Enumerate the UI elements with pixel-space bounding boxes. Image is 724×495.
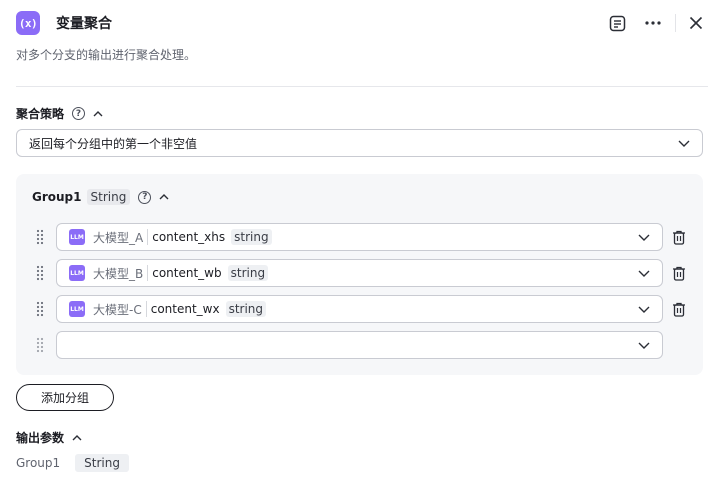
- panel-description: 对多个分支的输出进行聚合处理。: [16, 48, 197, 62]
- group-panel: Group1 String ? LLM 大模型_A content_xhs st…: [16, 174, 703, 375]
- variable-name: content_wb: [152, 266, 222, 280]
- more-icon[interactable]: [641, 11, 665, 35]
- strategy-selected-value: 返回每个分组中的第一个非空值: [29, 136, 198, 151]
- output-param-name: Group1: [16, 456, 61, 470]
- node-name: 大模型_B: [93, 266, 144, 281]
- llm-icon: LLM: [69, 301, 85, 317]
- drag-handle-icon[interactable]: [36, 301, 44, 317]
- chevron-down-icon: [678, 140, 690, 147]
- group-type-tag: String: [86, 189, 131, 205]
- panel-title: 变量聚合: [56, 16, 112, 32]
- output-param-type: String: [75, 454, 129, 472]
- separator: [147, 265, 149, 281]
- output-section-title[interactable]: 输出参数: [16, 429, 82, 446]
- node-name: 大模型-C: [93, 302, 142, 317]
- strategy-title: 聚合策略: [16, 107, 65, 121]
- trash-icon[interactable]: [671, 229, 687, 245]
- drag-handle-icon[interactable]: [36, 337, 44, 353]
- strategy-select[interactable]: 返回每个分组中的第一个非空值: [16, 129, 703, 157]
- close-icon[interactable]: [684, 11, 708, 35]
- add-group-button[interactable]: 添加分组: [16, 384, 114, 411]
- chevron-up-icon[interactable]: [93, 110, 103, 117]
- variable-name: content_wx: [150, 302, 220, 316]
- chevron-down-icon: [638, 342, 650, 349]
- chevron-down-icon: [638, 234, 650, 241]
- trash-icon[interactable]: [671, 301, 687, 317]
- output-param-row: Group1 String: [16, 454, 129, 472]
- group-header[interactable]: Group1 String ?: [32, 189, 169, 205]
- chevron-up-icon[interactable]: [72, 434, 82, 441]
- header-divider: [675, 14, 676, 32]
- drag-handle-icon[interactable]: [36, 229, 44, 245]
- output-title: 输出参数: [16, 431, 65, 445]
- variable-name: content_xhs: [152, 230, 226, 244]
- chevron-down-icon: [638, 270, 650, 277]
- variable-select-empty[interactable]: [56, 331, 663, 359]
- variable-icon: (x): [16, 11, 40, 35]
- node-name: 大模型_A: [93, 230, 144, 245]
- separator: [145, 301, 147, 317]
- variable-select[interactable]: LLM 大模型-C content_wx string: [56, 295, 663, 323]
- variable-type-tag: string: [227, 265, 269, 281]
- llm-icon: LLM: [69, 265, 85, 281]
- header-actions: [605, 11, 708, 35]
- variable-row: LLM 大模型_A content_xhs string: [16, 223, 703, 251]
- variable-row-empty: [16, 331, 703, 359]
- separator: [147, 229, 149, 245]
- variable-type-tag: string: [225, 301, 267, 317]
- panel-header: (x) 变量聚合: [16, 10, 708, 36]
- strategy-section-title[interactable]: 聚合策略 ?: [16, 105, 103, 122]
- variable-row: LLM 大模型_B content_wb string: [16, 259, 703, 287]
- drag-handle-icon[interactable]: [36, 265, 44, 281]
- group-name: Group1: [32, 190, 82, 204]
- variable-select[interactable]: LLM 大模型_A content_xhs string: [56, 223, 663, 251]
- notes-icon[interactable]: [605, 11, 629, 35]
- variable-type-tag: string: [231, 229, 272, 245]
- trash-icon[interactable]: [671, 265, 687, 281]
- chevron-down-icon: [638, 306, 650, 313]
- chevron-up-icon[interactable]: [159, 194, 169, 200]
- variable-select[interactable]: LLM 大模型_B content_wb string: [56, 259, 663, 287]
- llm-icon: LLM: [69, 229, 85, 245]
- variable-row: LLM 大模型-C content_wx string: [16, 295, 703, 323]
- help-icon[interactable]: ?: [72, 107, 86, 120]
- help-icon[interactable]: ?: [138, 190, 152, 204]
- divider: [16, 86, 708, 87]
